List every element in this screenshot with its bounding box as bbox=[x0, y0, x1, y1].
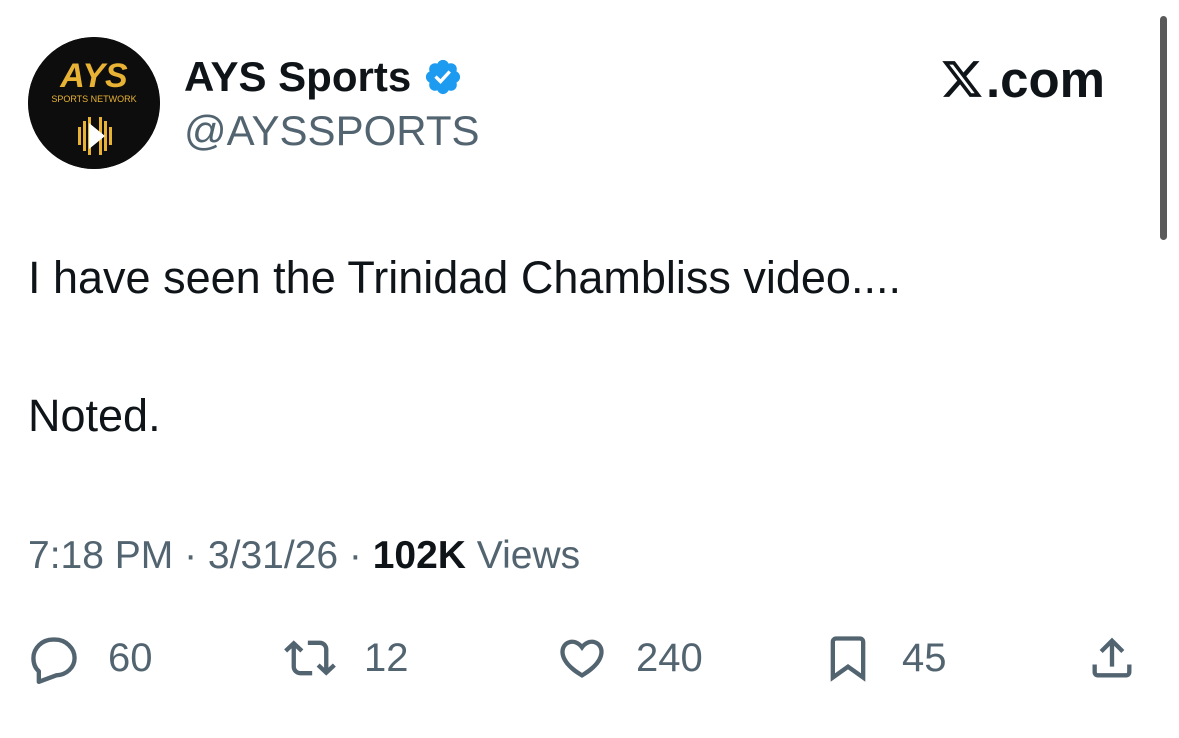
views-label[interactable]: Views bbox=[466, 534, 580, 577]
bookmark-button[interactable]: 45 bbox=[822, 626, 947, 690]
like-button[interactable]: 240 bbox=[556, 626, 703, 690]
scrollbar[interactable] bbox=[1160, 16, 1167, 240]
views-count[interactable]: 102K bbox=[373, 534, 466, 577]
tweet-meta: 7:18 PM · 3/31/26 · 102K Views bbox=[28, 532, 580, 580]
like-count: 240 bbox=[636, 635, 703, 680]
brand-watermark: .com bbox=[940, 50, 1106, 108]
share-icon bbox=[1092, 637, 1132, 678]
tweet-text-line-1: I have seen the Trinidad Chambliss video… bbox=[28, 252, 901, 303]
brand-label: .com bbox=[986, 50, 1106, 108]
meta-separator: · bbox=[338, 534, 373, 577]
reply-icon bbox=[31, 637, 77, 684]
author-handle[interactable]: @AYSSPORTS bbox=[184, 106, 480, 156]
retweet-button[interactable]: 12 bbox=[284, 626, 409, 690]
avatar-logo-subtext: SPORTS NETWORK bbox=[51, 94, 136, 104]
display-name[interactable]: AYS Sports bbox=[184, 52, 463, 102]
share-button[interactable] bbox=[1086, 626, 1138, 690]
bookmark-count: 45 bbox=[902, 635, 947, 680]
tweet-time[interactable]: 7:18 PM bbox=[28, 534, 173, 577]
bookmark-icon bbox=[830, 636, 866, 682]
ays-logo-icon: AYS SPORTS NETWORK bbox=[28, 37, 160, 169]
heart-icon bbox=[560, 639, 604, 678]
action-bar: 60 12 240 45 bbox=[0, 626, 1179, 690]
meta-separator: · bbox=[173, 534, 208, 577]
tweet-date[interactable]: 3/31/26 bbox=[208, 534, 338, 577]
verified-badge-icon bbox=[426, 59, 461, 95]
display-name-text[interactable]: AYS Sports bbox=[184, 52, 411, 102]
tweet-text-line-2: Noted. bbox=[28, 390, 161, 441]
reply-count: 60 bbox=[108, 635, 153, 680]
retweet-icon bbox=[284, 640, 336, 676]
avatar-logo-text: AYS bbox=[59, 57, 128, 95]
x-logo-icon bbox=[942, 61, 982, 97]
avatar[interactable]: AYS SPORTS NETWORK bbox=[28, 37, 160, 169]
retweet-count: 12 bbox=[364, 635, 409, 680]
reply-button[interactable]: 60 bbox=[28, 626, 153, 690]
